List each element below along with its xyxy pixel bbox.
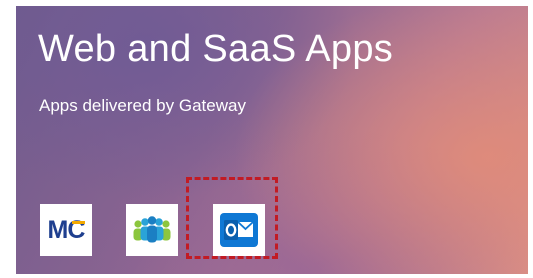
people-group-icon — [133, 216, 171, 243]
mc-logo-accent-bar — [72, 220, 86, 224]
tile-subtitle: Apps delivered by Gateway — [39, 96, 246, 115]
mc-logo-icon: MC — [48, 216, 86, 245]
app-outlook[interactable] — [213, 204, 265, 256]
web-saas-apps-tile: Web and SaaS Apps Apps delivered by Gate… — [16, 6, 528, 274]
tile-title: Web and SaaS Apps — [38, 28, 394, 70]
app-people-group[interactable] — [126, 204, 178, 256]
outlook-icon — [220, 213, 258, 247]
app-mc[interactable]: MC — [40, 204, 92, 256]
